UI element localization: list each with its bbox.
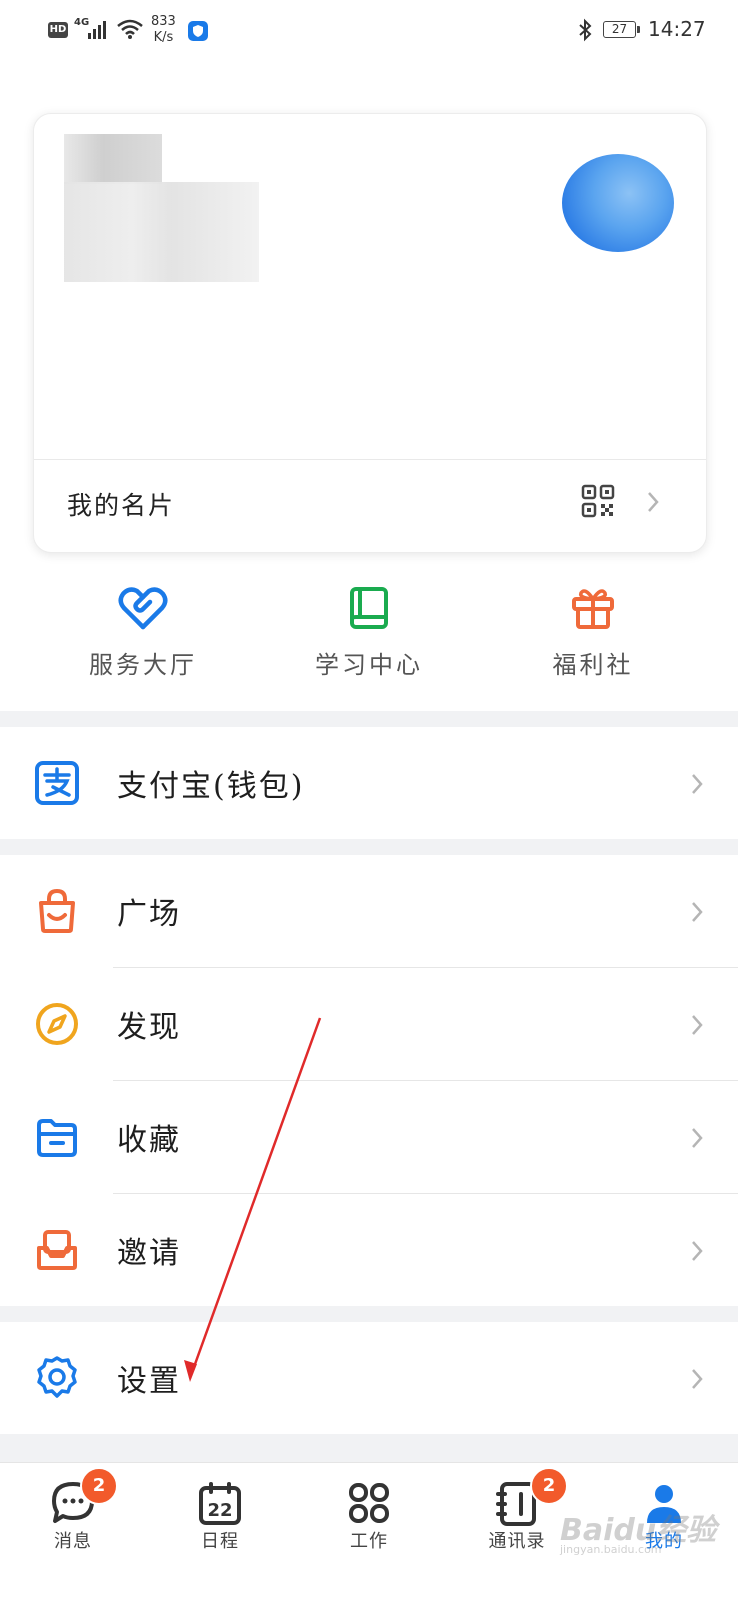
battery-icon: 27 bbox=[603, 21, 641, 38]
bluetooth-icon bbox=[579, 18, 592, 42]
avatar[interactable] bbox=[562, 154, 674, 252]
section-separator bbox=[0, 711, 738, 727]
settings-label: 设置 bbox=[117, 1364, 181, 1399]
alipay-label: 支付宝(钱包) bbox=[117, 769, 305, 804]
calendar-icon: 22 bbox=[199, 1482, 241, 1525]
invite-letter-icon bbox=[37, 1230, 77, 1270]
alipay-icon bbox=[35, 761, 79, 805]
discover-label: 发现 bbox=[117, 1010, 181, 1045]
nav-label: 工作 bbox=[350, 1531, 388, 1552]
shortcut-welfare[interactable]: 福利社 bbox=[493, 585, 693, 680]
invite-label: 邀请 bbox=[117, 1236, 181, 1271]
calendar-date: 22 bbox=[207, 1500, 232, 1521]
favorites-row[interactable]: 收藏 bbox=[0, 1081, 738, 1193]
clock: 14:27 bbox=[648, 17, 706, 41]
wifi-icon bbox=[117, 19, 143, 39]
folder-icon bbox=[37, 1119, 77, 1157]
shortcut-service-hall[interactable]: 服务大厅 bbox=[43, 585, 243, 680]
signal-icon bbox=[88, 21, 106, 39]
favorites-label: 收藏 bbox=[117, 1123, 181, 1158]
chevron-right-icon bbox=[692, 1241, 703, 1261]
gear-icon bbox=[37, 1356, 77, 1398]
profile-card[interactable]: 我的名片 bbox=[33, 113, 707, 553]
nav-work[interactable]: 工作 bbox=[314, 1463, 424, 1601]
heart-link-icon bbox=[118, 587, 168, 630]
status-bar: HD 4G 833 K/s 27 14:27 bbox=[0, 0, 738, 60]
shortcut-label: 学习中心 bbox=[315, 651, 423, 679]
gift-icon bbox=[572, 589, 614, 629]
nav-label: 通讯录 bbox=[488, 1531, 546, 1552]
chevron-right-icon bbox=[692, 1015, 703, 1035]
my-business-card-row[interactable]: 我的名片 bbox=[34, 460, 706, 552]
shortcut-label: 服务大厅 bbox=[89, 651, 197, 679]
chevron-right-icon bbox=[648, 492, 659, 512]
nav-contacts[interactable]: 2 通讯录 bbox=[462, 1463, 572, 1601]
unread-badge: 2 bbox=[530, 1467, 568, 1505]
discover-row[interactable]: 发现 bbox=[0, 968, 738, 1080]
network-speed: 833 K/s bbox=[151, 14, 176, 45]
section-separator bbox=[0, 839, 738, 855]
chevron-right-icon bbox=[692, 902, 703, 922]
hd-indicator: HD bbox=[48, 22, 68, 38]
business-card-label: 我的名片 bbox=[67, 491, 176, 520]
nav-label: 消息 bbox=[54, 1531, 92, 1552]
nav-label: 日程 bbox=[201, 1531, 239, 1552]
grid-icon bbox=[349, 1483, 389, 1523]
alipay-wallet-row[interactable]: 支付宝(钱包) bbox=[0, 727, 738, 839]
invite-row[interactable]: 邀请 bbox=[0, 1194, 738, 1306]
section-separator bbox=[0, 1434, 738, 1462]
security-shield-icon bbox=[188, 21, 208, 41]
plaza-row[interactable]: 广场 bbox=[0, 855, 738, 967]
shortcut-learning-center[interactable]: 学习中心 bbox=[269, 585, 469, 680]
nav-schedule[interactable]: 22 日程 bbox=[165, 1463, 275, 1601]
chevron-right-icon bbox=[692, 774, 703, 794]
chevron-right-icon bbox=[692, 1128, 703, 1148]
watermark-url: jingyan.baidu.com bbox=[560, 1543, 662, 1556]
shortcut-label: 福利社 bbox=[552, 651, 634, 679]
section-separator bbox=[0, 1306, 738, 1322]
unread-badge: 2 bbox=[80, 1467, 118, 1505]
book-icon bbox=[350, 587, 388, 629]
qr-code-icon[interactable] bbox=[581, 484, 615, 518]
blurred-user-name bbox=[64, 134, 259, 289]
compass-icon bbox=[36, 1003, 78, 1045]
nav-messages[interactable]: 2 消息 bbox=[18, 1463, 128, 1601]
plaza-label: 广场 bbox=[117, 897, 181, 932]
shopping-bag-icon bbox=[39, 888, 75, 933]
chevron-right-icon bbox=[692, 1369, 703, 1389]
settings-row[interactable]: 设置 bbox=[0, 1322, 738, 1434]
